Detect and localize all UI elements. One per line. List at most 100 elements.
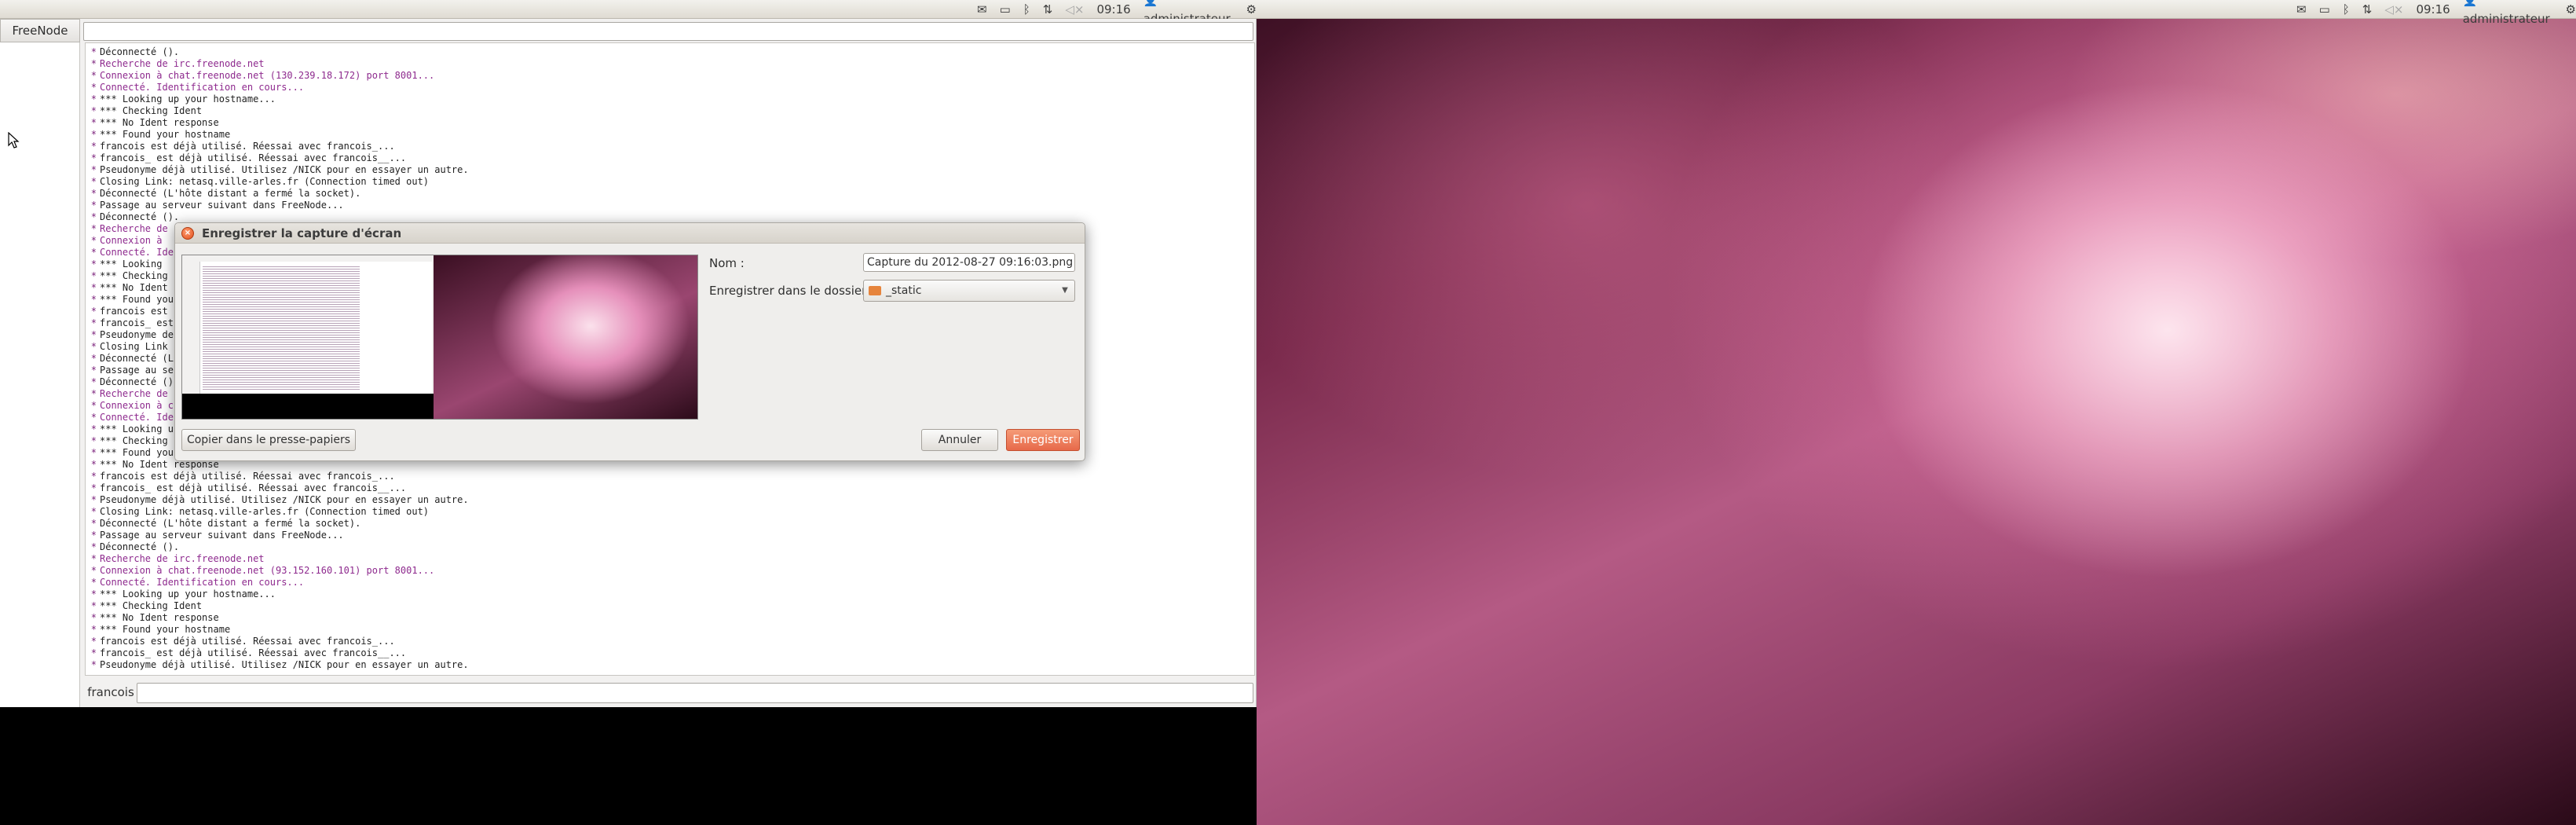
log-text: Pseudonyme déjà utilisé. Utilisez /NICK … (100, 494, 469, 505)
log-line: * *** Checking Ident (86, 600, 1254, 612)
log-line: * *** Looking up your hostname... (86, 588, 1254, 600)
server-tab-freenode[interactable]: FreeNode (0, 19, 80, 42)
folder-label: Enregistrer dans le dossier : (709, 284, 875, 298)
preview-left-screen (182, 255, 434, 394)
top-panel-right: ✉ ▭ ᛒ ⇅ ◁× 09:16 👤 administrateur ⚙ (1257, 0, 2576, 26)
log-line: * Recherche de irc.freenode.net (86, 58, 1254, 70)
preview-text-lines (203, 265, 360, 390)
log-marker: * (90, 612, 97, 623)
log-text: Déconnecté () (100, 376, 174, 387)
log-marker: * (90, 306, 97, 317)
message-input[interactable] (137, 683, 1253, 703)
log-text: Connexion à c (100, 400, 174, 411)
log-text: Déconnecté (L'hôte distant a fermé la so… (100, 188, 361, 199)
log-line: * francois est déjà utilisé. Réessai avec… (86, 141, 1254, 152)
log-text: Déconnecté (). (100, 211, 180, 222)
bluetooth-icon[interactable]: ᛒ (2343, 0, 2350, 19)
user-icon: 👤 (2462, 0, 2478, 7)
log-marker: * (90, 317, 97, 328)
nick-button[interactable]: francois (85, 683, 137, 702)
log-line: * *** Found your hostname (86, 624, 1254, 636)
speaker-muted-icon[interactable]: ◁× (2384, 0, 2403, 19)
log-line: * Déconnecté (L'hôte distant a fermé la s… (86, 518, 1254, 530)
copy-to-clipboard-button[interactable]: Copier dans le presse-papiers (181, 429, 356, 451)
log-marker: * (90, 258, 97, 270)
log-text: *** Checking (100, 270, 168, 281)
log-text: francois est (100, 306, 168, 317)
log-text: *** Checking Ident (100, 600, 203, 611)
filename-input[interactable]: Capture du 2012-08-27 09:16:03.png (863, 253, 1075, 272)
left-screen: ✉ ▭ ᛒ ⇅ ◁× 09:16 👤 administrateur ⚙ Free… (0, 0, 1257, 825)
log-marker: * (90, 235, 97, 246)
mouse-pointer-icon (8, 132, 20, 148)
log-text: Déconnecté (L (100, 353, 174, 364)
log-text: *** Checking (100, 435, 168, 446)
battery-icon[interactable]: ▭ (1000, 0, 1011, 19)
log-marker: * (90, 211, 97, 222)
log-line: * Pseudonyme déjà utilisé. Utilisez /NICK… (86, 659, 1254, 671)
log-marker: * (90, 200, 97, 211)
log-marker: * (90, 577, 97, 588)
log-text: Recherche de (100, 388, 168, 399)
log-line: * Pseudonyme déjà utilisé. Utilisez /NICK… (86, 164, 1254, 176)
log-line: * *** Checking Ident (86, 105, 1254, 117)
log-line: * Closing Link: netasq.ville-arles.fr (Co… (86, 506, 1254, 518)
log-line: * *** No Ident response (86, 612, 1254, 624)
log-line: * Déconnecté (). (86, 541, 1254, 553)
log-text: *** Looking u (100, 424, 174, 434)
log-line: * Recherche de irc.freenode.net (86, 553, 1254, 565)
log-marker: * (90, 129, 97, 140)
log-text: Connexion à (100, 235, 163, 246)
clock[interactable]: 09:16 (1096, 0, 1130, 19)
log-text: *** Found you (100, 294, 174, 305)
save-button[interactable]: Enregistrer (1006, 429, 1080, 451)
log-marker: * (90, 600, 97, 611)
close-icon[interactable]: × (181, 226, 194, 240)
log-line: * Passage au serveur suivant dans FreeNod… (86, 200, 1254, 211)
speaker-muted-icon[interactable]: ◁× (1065, 0, 1084, 19)
log-marker: * (90, 353, 97, 364)
gear-icon[interactable]: ⚙ (2566, 0, 2576, 19)
clock[interactable]: 09:16 (2416, 0, 2450, 19)
log-line: * Connecté. Identification en cours... (86, 577, 1254, 588)
log-line: * Déconnecté (). (86, 211, 1254, 223)
battery-icon[interactable]: ▭ (2319, 0, 2330, 19)
log-marker: * (90, 152, 97, 163)
log-marker: * (90, 270, 97, 281)
folder-select[interactable]: _static ▼ (863, 280, 1075, 302)
bluetooth-icon[interactable]: ᛒ (1023, 0, 1030, 19)
log-text: Passage au serveur suivant dans FreeNode… (100, 200, 344, 211)
log-line: * Closing Link: netasq.ville-arles.fr (Co… (86, 176, 1254, 188)
log-marker: * (90, 58, 97, 69)
log-text: Déconnecté (). (100, 46, 180, 57)
log-text: Closing Link: netasq.ville-arles.fr (Con… (100, 176, 430, 187)
log-text: Connecté. Ide (100, 247, 174, 258)
log-line: * Connecté. Identification en cours... (86, 82, 1254, 94)
network-arrows-icon[interactable]: ⇅ (2362, 0, 2373, 19)
dialog-titlebar: × Enregistrer la capture d'écran (175, 223, 1085, 244)
envelope-icon[interactable]: ✉ (2296, 0, 2307, 19)
log-marker: * (90, 518, 97, 529)
gear-icon[interactable]: ⚙ (1246, 0, 1257, 19)
user-menu[interactable]: 👤 administrateur (2463, 0, 2553, 28)
log-text: francois_ est déjà utilisé. Réessai avec… (100, 152, 407, 163)
log-marker: * (90, 188, 97, 199)
log-marker: * (90, 376, 97, 387)
log-text: francois est déjà utilisé. Réessai avec … (100, 141, 395, 152)
log-marker: * (90, 365, 97, 376)
topic-bar[interactable] (83, 22, 1253, 41)
log-marker: * (90, 341, 97, 352)
log-text: Connexion à chat.freenode.net (93.152.16… (100, 565, 435, 576)
black-area (0, 707, 1257, 825)
network-arrows-icon[interactable]: ⇅ (1043, 0, 1053, 19)
log-text: Pseudonyme déjà utilisé. Utilisez /NICK … (100, 659, 469, 670)
log-marker: * (90, 412, 97, 423)
log-text: Recherche de (100, 223, 168, 234)
right-screen-desktop: ✉ ▭ ᛒ ⇅ ◁× 09:16 👤 administrateur ⚙ (1257, 0, 2576, 825)
envelope-icon[interactable]: ✉ (977, 0, 987, 19)
log-text: Recherche de irc.freenode.net (100, 553, 265, 564)
cancel-button[interactable]: Annuler (921, 429, 998, 451)
log-marker: * (90, 624, 97, 635)
log-line: * *** Found your hostname (86, 129, 1254, 141)
log-marker: * (90, 117, 97, 128)
